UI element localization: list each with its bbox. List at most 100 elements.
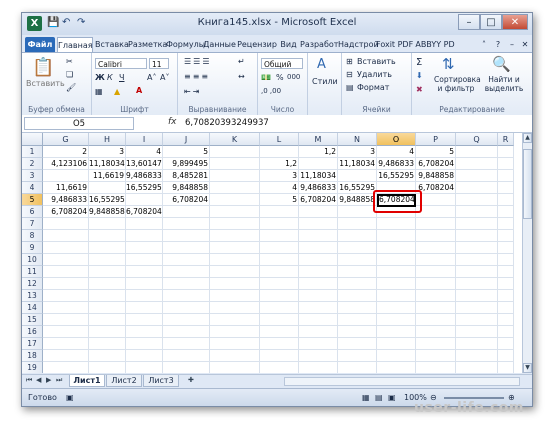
cell-L13[interactable] xyxy=(260,290,299,302)
help-icon[interactable]: ? xyxy=(492,37,504,52)
cell-P4[interactable]: 6,708204 xyxy=(416,182,456,194)
column-header-R[interactable]: R xyxy=(498,133,514,146)
cell-Q16[interactable] xyxy=(456,326,498,338)
cell-N8[interactable] xyxy=(338,230,377,242)
cell-Q15[interactable] xyxy=(456,314,498,326)
cell-M11[interactable] xyxy=(299,266,338,278)
tab-1[interactable]: Главная xyxy=(57,37,93,52)
cell-L17[interactable] xyxy=(260,338,299,350)
row-header-14[interactable]: 14 xyxy=(22,302,43,314)
cell-K11[interactable] xyxy=(210,266,260,278)
cell-H19[interactable] xyxy=(89,362,126,373)
cell-P6[interactable] xyxy=(416,206,456,218)
insert-cells-button[interactable]: Вставить xyxy=(357,57,396,66)
cell-I2[interactable]: 13,60147 xyxy=(126,158,163,170)
cell-G2[interactable]: 4,123106 xyxy=(43,158,89,170)
cell-G10[interactable] xyxy=(43,254,89,266)
vertical-scrollbar[interactable]: ▲ ▼ xyxy=(522,133,532,373)
name-box[interactable]: O5 xyxy=(24,117,134,130)
cell-H4[interactable] xyxy=(89,182,126,194)
cell-J1[interactable]: 5 xyxy=(163,146,210,158)
cell-L1[interactable] xyxy=(260,146,299,158)
row-header-7[interactable]: 7 xyxy=(22,218,43,230)
cell-N5[interactable]: 9,848858 xyxy=(338,194,377,206)
cell-M12[interactable] xyxy=(299,278,338,290)
cell-P18[interactable] xyxy=(416,350,456,362)
row-header-17[interactable]: 17 xyxy=(22,338,43,350)
cell-K2[interactable] xyxy=(210,158,260,170)
cell-G6[interactable]: 6,708204 xyxy=(43,206,89,218)
cell-P14[interactable] xyxy=(416,302,456,314)
clear-icon[interactable]: ✖ xyxy=(416,85,423,94)
macro-record-icon[interactable]: ▣ xyxy=(66,393,74,402)
cell-J10[interactable] xyxy=(163,254,210,266)
cell-R1[interactable] xyxy=(498,146,514,158)
column-header-O[interactable]: O xyxy=(377,133,416,146)
cell-K8[interactable] xyxy=(210,230,260,242)
font-name-combo[interactable]: Calibri xyxy=(95,58,147,69)
format-cells-button[interactable]: Формат xyxy=(357,83,389,92)
cell-M14[interactable] xyxy=(299,302,338,314)
cell-R16[interactable] xyxy=(498,326,514,338)
cell-R4[interactable] xyxy=(498,182,514,194)
cell-M17[interactable] xyxy=(299,338,338,350)
cell-L11[interactable] xyxy=(260,266,299,278)
cell-L3[interactable]: 3 xyxy=(260,170,299,182)
row-header-4[interactable]: 4 xyxy=(22,182,43,194)
number-format-combo[interactable]: Общий xyxy=(261,58,303,69)
cell-G8[interactable] xyxy=(43,230,89,242)
cell-G4[interactable]: 11,6619 xyxy=(43,182,89,194)
cell-I17[interactable] xyxy=(126,338,163,350)
new-sheet-icon[interactable]: ✚ xyxy=(188,376,194,384)
row-header-19[interactable]: 19 xyxy=(22,362,43,373)
scroll-up-icon[interactable]: ▲ xyxy=(523,133,532,143)
cell-K5[interactable] xyxy=(210,194,260,206)
cell-N10[interactable] xyxy=(338,254,377,266)
tab-5[interactable]: Данные xyxy=(203,37,236,52)
column-header-M[interactable]: M xyxy=(299,133,338,146)
cell-R2[interactable] xyxy=(498,158,514,170)
cell-R12[interactable] xyxy=(498,278,514,290)
last-sheet-icon[interactable]: ⏭ xyxy=(56,376,62,385)
cell-O12[interactable] xyxy=(377,278,416,290)
cell-I18[interactable] xyxy=(126,350,163,362)
cell-N14[interactable] xyxy=(338,302,377,314)
row-header-15[interactable]: 15 xyxy=(22,314,43,326)
percent-button[interactable]: % xyxy=(276,73,284,82)
cell-G13[interactable] xyxy=(43,290,89,302)
cell-H14[interactable] xyxy=(89,302,126,314)
cell-N18[interactable] xyxy=(338,350,377,362)
cell-O18[interactable] xyxy=(377,350,416,362)
column-header-K[interactable]: K xyxy=(210,133,260,146)
worksheet-grid[interactable]: G H I J K L M N O P Q R 1 2 3 4 5 1,2 3 4 5 2 4,123106 11,18034… xyxy=(22,133,522,373)
cell-Q10[interactable] xyxy=(456,254,498,266)
bold-button[interactable]: Ж xyxy=(95,73,105,82)
cell-I13[interactable] xyxy=(126,290,163,302)
cell-K15[interactable] xyxy=(210,314,260,326)
cell-R10[interactable] xyxy=(498,254,514,266)
format-cells-icon[interactable]: ▤ xyxy=(346,83,354,92)
cell-O16[interactable] xyxy=(377,326,416,338)
cell-M4[interactable]: 9,486833 xyxy=(299,182,338,194)
row-header-13[interactable]: 13 xyxy=(22,290,43,302)
cell-R19[interactable] xyxy=(498,362,514,373)
row-header-1[interactable]: 1 xyxy=(22,146,43,158)
cell-R3[interactable] xyxy=(498,170,514,182)
cell-M15[interactable] xyxy=(299,314,338,326)
cell-H3[interactable]: 11,6619 xyxy=(89,170,126,182)
cell-L14[interactable] xyxy=(260,302,299,314)
cell-L9[interactable] xyxy=(260,242,299,254)
cell-P11[interactable] xyxy=(416,266,456,278)
view-pagebreak-icon[interactable]: ▣ xyxy=(388,393,396,402)
cell-J8[interactable] xyxy=(163,230,210,242)
cell-I1[interactable]: 4 xyxy=(126,146,163,158)
cell-L12[interactable] xyxy=(260,278,299,290)
cell-O14[interactable] xyxy=(377,302,416,314)
cell-M19[interactable] xyxy=(299,362,338,373)
cell-H1[interactable]: 3 xyxy=(89,146,126,158)
cell-L7[interactable] xyxy=(260,218,299,230)
insert-function-button[interactable]: fx xyxy=(168,117,177,127)
cell-P10[interactable] xyxy=(416,254,456,266)
cell-Q17[interactable] xyxy=(456,338,498,350)
cell-N1[interactable]: 3 xyxy=(338,146,377,158)
